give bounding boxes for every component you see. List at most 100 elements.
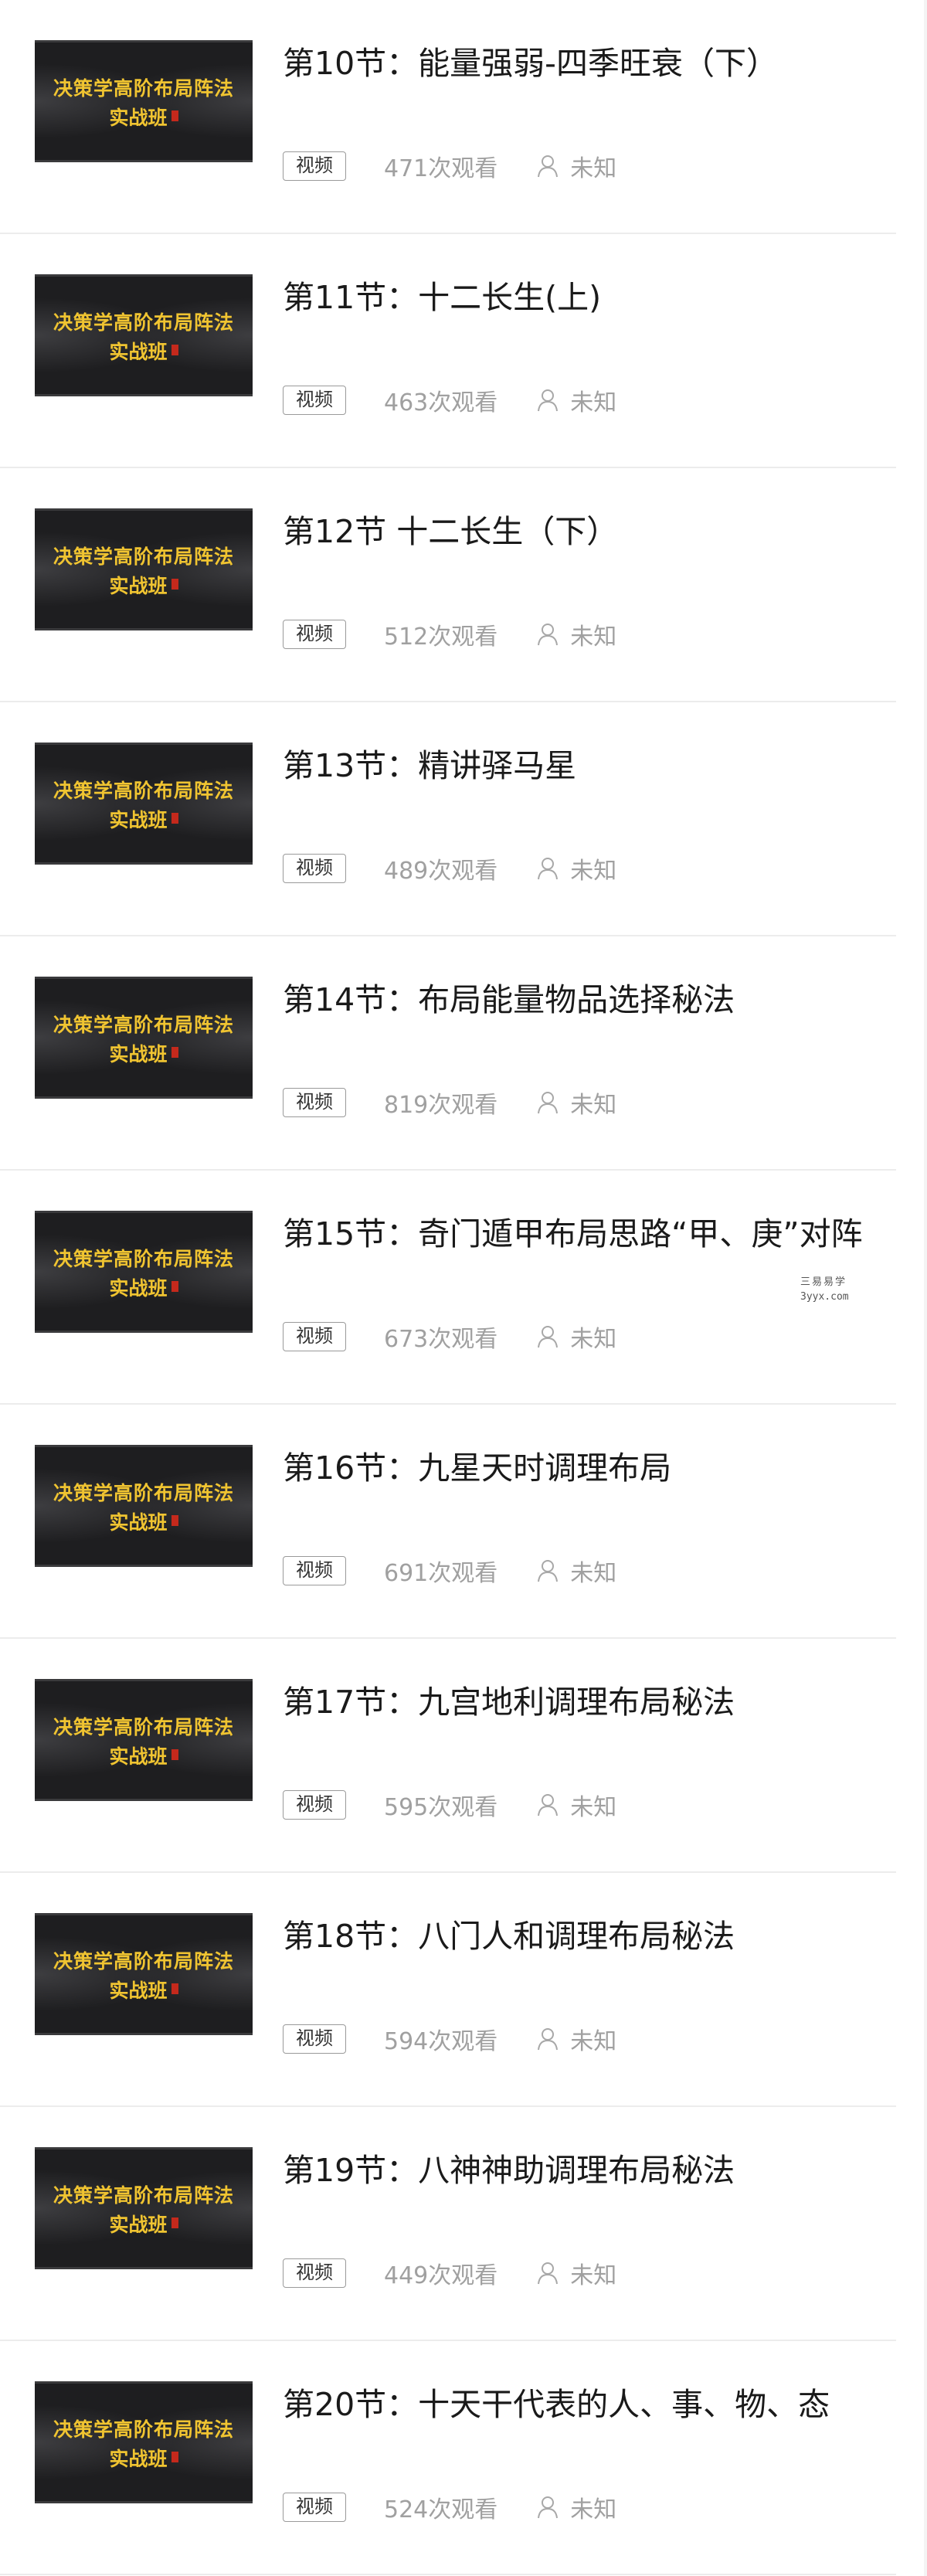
thumbnail-title-line2: 实战班 <box>35 2444 253 2472</box>
thumbnail-title-line2: 实战班 <box>35 1976 253 2003</box>
video-tag: 视频 <box>283 2493 346 2522</box>
thumbnail-title-line1: 决策学高阶布局阵法 <box>53 77 234 100</box>
lesson-item[interactable]: 决策学高阶布局阵法 实战班 第19节：八神神助调理布局秘法 视频 449次观看 未知 <box>0 2107 896 2341</box>
video-tag: 视频 <box>283 2258 346 2288</box>
thumbnail-title-line2-text: 实战班 <box>109 1745 168 1768</box>
author-name: 未知 <box>570 2028 617 2055</box>
author-name: 未知 <box>570 1326 617 1353</box>
lesson-meta: 视频 463次观看 未知 <box>283 385 616 416</box>
lesson-meta: 视频 594次观看 未知 <box>283 2024 617 2055</box>
lesson-item[interactable]: 决策学高阶布局阵法 实战班 第10节：能量强弱-四季旺衰（下） 视频 471次观看 未知 <box>0 0 896 234</box>
thumbnail-title-line1: 决策学高阶布局阵法 <box>53 545 234 568</box>
lesson-item[interactable]: 决策学高阶布局阵法 实战班 第15节：奇门遁甲布局思路“甲、庚”对阵 视频 673次观看… <box>0 1171 896 1405</box>
author-name: 未知 <box>570 1092 617 1119</box>
video-tag: 视频 <box>283 620 346 649</box>
lesson-thumbnail[interactable]: 决策学高阶布局阵法实战班 <box>35 274 253 396</box>
thumbnail-title-line1: 决策学高阶布局阵法 <box>53 311 234 334</box>
thumbnail-title-line2-text: 实战班 <box>109 2214 168 2236</box>
thumbnail-title-line2-text: 实战班 <box>109 809 168 831</box>
seal-stamp-icon <box>171 1047 178 1058</box>
thumbnail-title-line2-text: 实战班 <box>109 341 168 363</box>
person-icon <box>536 2027 559 2051</box>
view-count: 449次观看 <box>384 2262 498 2289</box>
lesson-item[interactable]: 决策学高阶布局阵法 实战班 第18节：八门人和调理布局秘法 视频 594次观看 未知 <box>0 1873 896 2107</box>
lesson-title[interactable]: 第14节：布局能量物品选择秘法 <box>283 979 885 1021</box>
lesson-title[interactable]: 第20节：十天干代表的人、事、物、态 <box>283 2384 885 2425</box>
lesson-thumbnail[interactable]: 决策学高阶布局阵法实战班 <box>35 977 253 1099</box>
person-icon <box>536 622 559 647</box>
seal-stamp-icon <box>171 1515 178 1526</box>
thumbnail-title-line2-text: 实战班 <box>109 1511 168 1534</box>
lesson-meta: 视频 471次观看 未知 <box>283 151 616 182</box>
video-tag: 视频 <box>283 1322 346 1351</box>
author-name: 未知 <box>570 858 617 885</box>
person-icon <box>536 1793 559 1817</box>
lesson-thumbnail[interactable]: 决策学高阶布局阵法 实战班 <box>35 743 253 865</box>
thumbnail-title-line1: 决策学高阶布局阵法 <box>53 1950 234 1973</box>
thumbnail-title-line2: 实战班 <box>35 337 253 365</box>
seal-stamp-icon <box>171 1749 178 1760</box>
lesson-title[interactable]: 第15节：奇门遁甲布局思路“甲、庚”对阵 <box>283 1213 885 1255</box>
lesson-item[interactable]: 决策学高阶布局阵法 实战班 第12节 十二长生（下） 视频 512次观看 未知 <box>0 468 896 702</box>
view-count: 512次观看 <box>384 624 498 651</box>
author-name: 未知 <box>570 1794 617 1821</box>
divider <box>0 2574 896 2575</box>
seal-stamp-icon <box>171 345 178 355</box>
thumbnail-title-line2-text: 实战班 <box>109 107 168 129</box>
lesson-title[interactable]: 第13节：精讲驿马星 <box>283 745 885 787</box>
thumbnail-title-line1: 决策学高阶布局阵法 <box>53 1248 234 1270</box>
video-tag: 视频 <box>283 1556 346 1585</box>
video-tag: 视频 <box>283 151 346 181</box>
lesson-item[interactable]: 决策学高阶布局阵法 实战班 第14节：布局能量物品选择秘法 视频 819次观看 未知 <box>0 936 896 1171</box>
lesson-title[interactable]: 第18节：八门人和调理布局秘法 <box>283 1915 885 1957</box>
video-tag: 视频 <box>283 854 346 883</box>
author-name: 未知 <box>570 1560 617 1587</box>
seal-stamp-icon <box>171 1281 178 1292</box>
lesson-thumbnail[interactable]: 决策学高阶布局阵法实战班 <box>35 1913 253 2035</box>
thumbnail-title-line2-text: 实战班 <box>109 1277 168 1300</box>
lesson-thumbnail[interactable]: 决策学高阶布局阵法 实战班 <box>35 1445 253 1567</box>
person-icon <box>536 856 559 881</box>
video-tag: 视频 <box>283 2024 346 2054</box>
lesson-item[interactable]: 决策学高阶布局阵法 实战班 第16节：九星天时调理布局 视频 691次观看 未知 <box>0 1405 896 1639</box>
view-count: 524次观看 <box>384 2496 498 2523</box>
person-icon <box>536 1324 559 1349</box>
thumbnail-title-line1: 决策学高阶布局阵法 <box>53 1014 234 1036</box>
lesson-title[interactable]: 第16节：九星天时调理布局 <box>283 1447 885 1489</box>
thumbnail-title-line2-text: 实战班 <box>109 1980 168 2002</box>
view-count: 594次观看 <box>384 2028 498 2055</box>
view-count: 595次观看 <box>384 1794 498 1821</box>
person-icon <box>536 1090 559 1115</box>
lesson-thumbnail[interactable]: 决策学高阶布局阵法 实战班 <box>35 2381 253 2503</box>
author-name: 未知 <box>570 2496 617 2523</box>
lesson-title[interactable]: 第17节：九宫地利调理布局秘法 <box>283 1681 885 1723</box>
thumbnail-title-line2: 实战班 <box>35 571 253 599</box>
watermark: 三易易学 3yyx.com <box>800 1273 849 1303</box>
lesson-meta: 视频 819次观看 未知 <box>283 1087 617 1119</box>
thumbnail-title-line2: 实战班 <box>35 1039 253 1067</box>
person-icon <box>536 388 559 413</box>
lesson-item[interactable]: 决策学高阶布局阵法 实战班 第13节：精讲驿马星视频 489次观看 未知 <box>0 702 896 936</box>
lesson-thumbnail[interactable]: 决策学高阶布局阵法 实战班 <box>35 1679 253 1801</box>
lesson-title[interactable]: 第19节：八神神助调理布局秘法 <box>283 2149 885 2191</box>
lesson-item[interactable]: 决策学高阶布局阵法 实战班 第11节：十二长生(上) 视频 463次观看 未知 <box>0 234 896 468</box>
lesson-thumbnail[interactable]: 决策学高阶布局阵法实战班 <box>35 508 253 630</box>
lesson-title[interactable]: 第11节：十二长生(上) <box>283 277 885 318</box>
thumbnail-title-line2: 实战班 <box>35 1273 253 1301</box>
view-count: 489次观看 <box>384 858 498 885</box>
lesson-thumbnail[interactable]: 决策学高阶布局阵法实战班 <box>35 40 253 162</box>
view-count: 463次观看 <box>384 389 498 416</box>
lesson-item[interactable]: 决策学高阶布局阵法 实战班 第17节：九宫地利调理布局秘法视频 595次观看 未知 <box>0 1639 896 1873</box>
lesson-title[interactable]: 第12节 十二长生（下） <box>283 511 885 552</box>
video-tag: 视频 <box>283 1790 346 1820</box>
lesson-thumbnail[interactable]: 决策学高阶布局阵法 实战班 <box>35 2147 253 2269</box>
view-count: 819次观看 <box>384 1092 498 1119</box>
lesson-thumbnail[interactable]: 决策学高阶布局阵法实战班 <box>35 1211 253 1333</box>
lesson-meta: 视频 673次观看 未知 <box>283 1321 617 1353</box>
lesson-item[interactable]: 决策学高阶布局阵法 实战班 第20节：十天干代表的人、事、物、态视频 524次观看 未知 <box>0 2341 896 2575</box>
thumbnail-title-line2-text: 实战班 <box>109 2448 168 2470</box>
thumbnail-title-line2: 实战班 <box>35 2210 253 2238</box>
lesson-title[interactable]: 第10节：能量强弱-四季旺衰（下） <box>283 42 885 84</box>
person-icon <box>536 154 559 178</box>
thumbnail-title-line2: 实战班 <box>35 103 253 131</box>
